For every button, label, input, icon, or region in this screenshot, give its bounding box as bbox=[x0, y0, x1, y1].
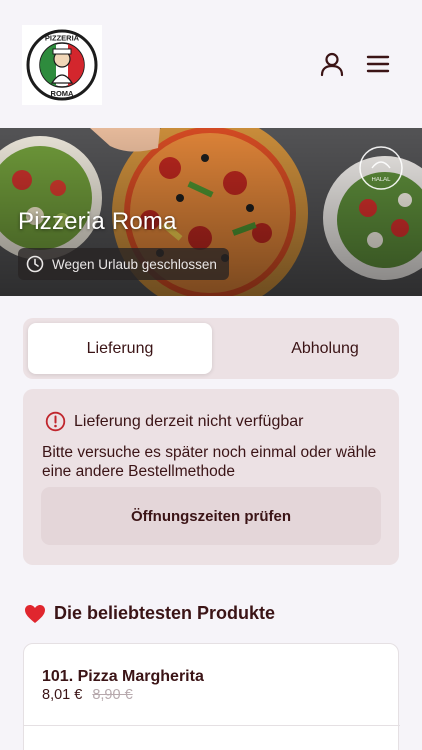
hamburger-menu-icon bbox=[366, 55, 390, 73]
product-item[interactable]: 101. Pizza Margherita 8,01 € 8,90 € bbox=[24, 644, 400, 726]
tab-delivery[interactable]: Lieferung bbox=[28, 323, 212, 374]
tab-pickup[interactable]: Abholung bbox=[233, 323, 417, 374]
user-icon bbox=[320, 52, 344, 77]
check-opening-hours-button[interactable]: Öffnungszeiten prüfen bbox=[41, 487, 381, 545]
product-price: 8,01 € bbox=[42, 687, 83, 703]
notice-message: Bitte versuche es später noch einmal ode… bbox=[42, 444, 377, 480]
notice-title: Lieferung derzeit nicht verfügbar bbox=[74, 412, 304, 430]
top-bar: PIZZERIA ROMA bbox=[0, 0, 422, 128]
logo-bottom-text: ROMA bbox=[51, 89, 74, 98]
halal-badge-text: HALAL bbox=[371, 177, 391, 183]
pizzeria-roma-logo-icon: PIZZERIA ROMA bbox=[26, 29, 98, 101]
notice-header: Lieferung derzeit nicht verfügbar bbox=[45, 411, 303, 432]
restaurant-name: Pizzeria Roma bbox=[18, 208, 177, 235]
restaurant-logo[interactable]: PIZZERIA ROMA bbox=[22, 25, 102, 105]
closed-status-badge: Wegen Urlaub geschlossen bbox=[18, 248, 229, 280]
clock-icon bbox=[26, 255, 44, 273]
product-price-row: 8,01 € 8,90 € bbox=[42, 687, 133, 703]
closed-status-text: Wegen Urlaub geschlossen bbox=[52, 256, 217, 272]
order-mode-toggle: Lieferung Abholung bbox=[23, 318, 399, 379]
logo-top-text: PIZZERIA bbox=[45, 34, 80, 43]
info-icon bbox=[45, 411, 66, 432]
account-button[interactable] bbox=[318, 50, 346, 78]
heart-icon bbox=[25, 604, 45, 623]
product-name: 101. Pizza Margherita bbox=[42, 668, 204, 685]
popular-products-list: 101. Pizza Margherita 8,01 € 8,90 € bbox=[23, 643, 400, 750]
popular-products-heading: Die beliebtesten Produkte bbox=[24, 603, 275, 624]
product-old-price: 8,90 € bbox=[92, 687, 133, 703]
popular-products-title: Die beliebtesten Produkte bbox=[54, 603, 276, 623]
menu-button[interactable] bbox=[364, 50, 392, 78]
delivery-unavailable-notice: Lieferung derzeit nicht verfügbar Bitte … bbox=[23, 389, 399, 565]
